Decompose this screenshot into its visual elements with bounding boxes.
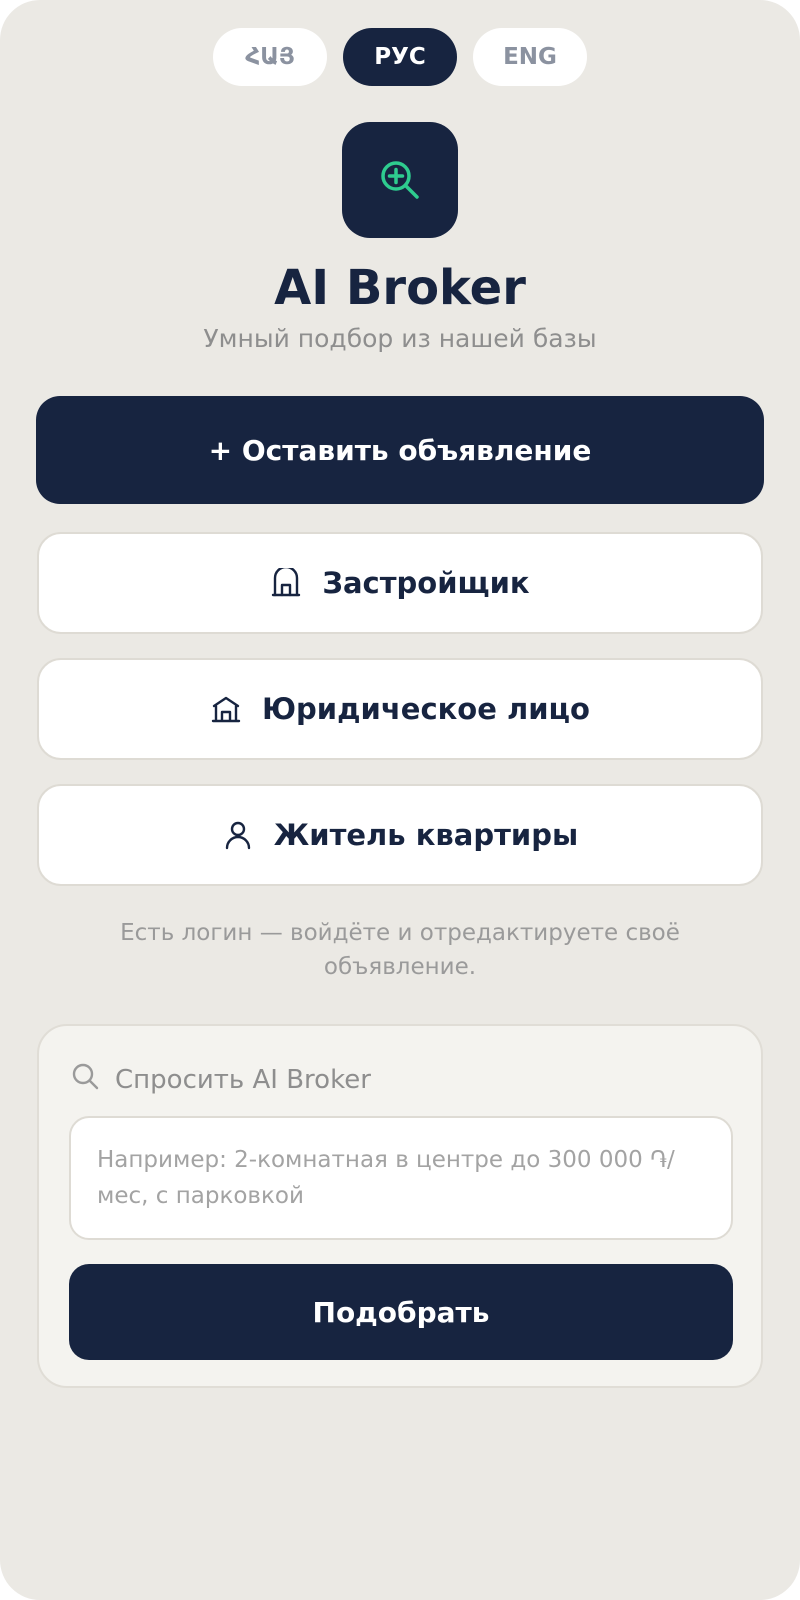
lang-button-hy[interactable]: ՀԱՅ — [213, 28, 327, 86]
role-developer-label: Застройщик — [322, 566, 530, 600]
post-listing-button[interactable]: + Оставить объявление — [36, 396, 764, 504]
login-hint: Есть логин — войдёте и отредактируете св… — [120, 920, 680, 980]
app-subtitle: Умный подбор из нашей базы — [203, 324, 597, 353]
role-resident-button[interactable]: Житель квартиры — [37, 784, 763, 886]
search-plus-icon — [381, 161, 419, 199]
find-matches-button[interactable]: Подобрать — [69, 1264, 733, 1360]
bank-icon — [210, 693, 242, 725]
ask-header-label: Спросить AI Broker — [115, 1064, 371, 1095]
app-screen: ՀԱՅ РУС ENG AI Broker Умный подбор из на… — [0, 0, 800, 1600]
app-logo — [342, 122, 458, 238]
role-resident-label: Житель квартиры — [273, 818, 579, 852]
ask-query-input[interactable] — [69, 1116, 733, 1240]
ask-card: Спросить AI Broker Подобрать — [37, 1024, 763, 1388]
ask-header: Спросить AI Broker — [71, 1062, 371, 1097]
search-icon — [71, 1062, 99, 1097]
role-legal-entity-label: Юридическое лицо — [262, 692, 590, 726]
language-switcher: ՀԱՅ РУС ENG — [0, 28, 800, 86]
building-icon — [270, 567, 302, 599]
role-legal-entity-button[interactable]: Юридическое лицо — [37, 658, 763, 760]
app-title: AI Broker — [274, 260, 526, 316]
lang-button-en[interactable]: ENG — [473, 28, 587, 86]
user-icon — [222, 819, 254, 851]
lang-button-ru[interactable]: РУС — [343, 28, 457, 86]
role-developer-button[interactable]: Застройщик — [37, 532, 763, 634]
